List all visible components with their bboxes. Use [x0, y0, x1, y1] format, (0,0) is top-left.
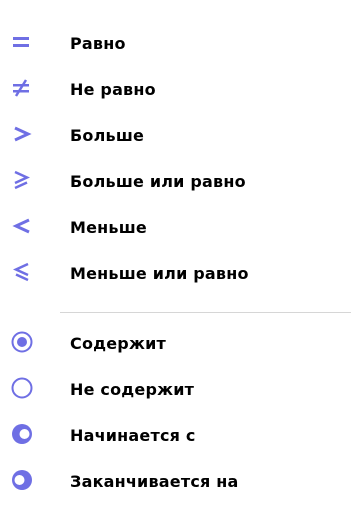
menu-item-not-contains[interactable]: Не содержит: [0, 366, 351, 412]
equals-icon: [13, 37, 29, 47]
menu-item-label: Заканчивается на: [70, 472, 239, 491]
menu-item-label: Не равно: [70, 80, 156, 99]
menu-item-label: Меньше: [70, 218, 147, 237]
menu-item-not-equals[interactable]: Не равно: [0, 65, 351, 111]
less-than-icon: [12, 218, 30, 234]
contains-icon: [11, 331, 33, 353]
ends-with-icon: [12, 470, 32, 490]
menu-item-label: Равно: [70, 34, 126, 53]
menu-item-label: Больше или равно: [70, 172, 246, 191]
menu-item-greater[interactable]: Больше: [0, 112, 351, 158]
menu-item-label: Начинается с: [70, 426, 196, 445]
menu-item-less[interactable]: Меньше: [0, 204, 351, 250]
menu-separator: [60, 312, 351, 313]
menu-item-starts-with[interactable]: Начинается с: [0, 412, 351, 458]
starts-with-icon: [12, 424, 32, 444]
filter-operator-menu: Равно Не равно Больше Больше или равно М…: [0, 0, 351, 507]
menu-item-label: Не содержит: [70, 380, 195, 399]
menu-item-ends-with[interactable]: Заканчивается на: [0, 458, 351, 504]
not-equals-icon: [13, 79, 29, 97]
menu-item-less-or-equal[interactable]: Меньше или равно: [0, 250, 351, 296]
menu-item-contains[interactable]: Содержит: [0, 320, 351, 366]
greater-or-equal-icon: [14, 170, 31, 190]
menu-item-greater-or-equal[interactable]: Больше или равно: [0, 158, 351, 204]
not-contains-icon: [11, 377, 33, 399]
menu-item-equals[interactable]: Равно: [0, 20, 351, 66]
menu-item-label: Меньше или равно: [70, 264, 249, 283]
menu-item-label: Больше: [70, 126, 145, 145]
menu-item-label: Содержит: [70, 334, 166, 353]
greater-than-icon: [14, 126, 32, 142]
less-or-equal-icon: [12, 262, 29, 282]
